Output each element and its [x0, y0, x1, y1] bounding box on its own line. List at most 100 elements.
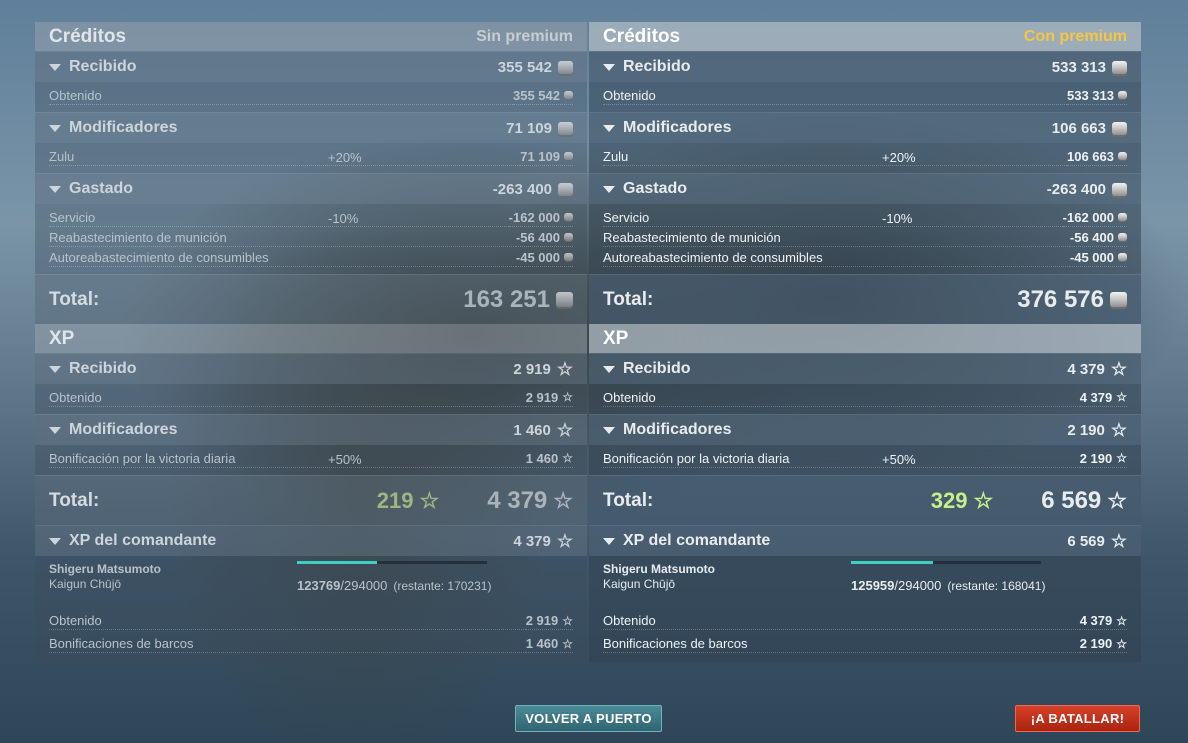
xp-header: XP	[35, 324, 587, 353]
commander-card: Shigeru Matsumoto Kaigun Chūjō 125959/294…	[589, 556, 1141, 610]
xp-modifiers-section[interactable]: Modificadores 1 460 ☆	[35, 414, 587, 445]
credits-icon	[564, 213, 573, 221]
collapse-triangle-icon	[603, 537, 615, 545]
list-item: Bonificaciones de barcos 2 190 ☆	[603, 636, 1127, 653]
list-item: Obtenido 4 379 ☆	[603, 389, 1127, 407]
star-icon: ☆	[1110, 531, 1127, 551]
credits-modifiers-section[interactable]: Modificadores 106 663	[589, 112, 1141, 143]
section-label: XP del comandante	[69, 532, 217, 549]
star-icon: ☆	[553, 487, 573, 513]
collapse-triangle-icon	[49, 537, 61, 545]
credits-modifiers-section[interactable]: Modificadores 71 109	[35, 112, 587, 143]
total-value: 163 251	[463, 285, 550, 313]
xp-total: Total: 219 ☆ 4 379 ☆	[35, 475, 587, 525]
xp-title: XP	[49, 327, 75, 349]
return-to-port-button[interactable]: VOLVER A PUERTO	[515, 705, 662, 732]
collapse-triangle-icon	[603, 365, 615, 373]
section-label: Recibido	[69, 58, 137, 75]
list-item: Bonificación por la victoria diaria +50%…	[49, 450, 573, 468]
section-value: -263 400	[1046, 180, 1106, 198]
credits-icon	[556, 292, 573, 307]
credits-icon	[1112, 182, 1127, 196]
list-item: Bonificación por la victoria diaria +50%…	[603, 450, 1127, 468]
credits-spent-section[interactable]: Gastado -263 400	[589, 173, 1141, 204]
total-value: 376 576	[1017, 285, 1104, 313]
section-label: Recibido	[623, 58, 691, 75]
star-icon: ☆	[556, 359, 573, 379]
list-item: Reabastecimiento de munición -56 400	[589, 228, 1141, 248]
credits-title: Créditos	[49, 25, 127, 47]
credits-header: Créditos Sin premium	[35, 22, 587, 51]
results-panel-no-premium: Créditos Sin premium Recibido 355 542 Ob…	[35, 22, 587, 662]
free-xp-value: 329	[930, 487, 968, 513]
xp-title: XP	[603, 327, 629, 349]
commander-rank: Kaigun Chūjō	[49, 577, 122, 591]
collapse-triangle-icon	[49, 63, 61, 71]
section-value: 6 569	[1067, 532, 1105, 550]
list-item: Bonificaciones de barcos 1 460 ☆	[49, 636, 573, 653]
list-item: Autoreabastecimiento de consumibles -45 …	[589, 248, 1141, 268]
star-icon: ☆	[556, 531, 573, 551]
xp-received-rows: Obtenido 4 379 ☆	[589, 384, 1141, 414]
credits-icon	[1118, 152, 1127, 160]
credits-icon	[558, 121, 573, 135]
credits-received-section[interactable]: Recibido 355 542	[35, 51, 587, 82]
commander-name: Shigeru Matsumoto	[603, 562, 716, 576]
xp-received-section[interactable]: Recibido 2 919 ☆	[35, 353, 587, 384]
premium-status-tag: Sin premium	[476, 27, 573, 45]
credits-icon	[564, 91, 573, 99]
free-xp-star-icon: ☆	[419, 487, 440, 513]
section-label: Gastado	[69, 180, 134, 197]
commander-progress-text: 125959/294000 (restante: 168041)	[851, 578, 1046, 593]
xp-modifier-rows: Bonificación por la victoria diaria +50%…	[589, 445, 1141, 475]
xp-received-section[interactable]: Recibido 4 379 ☆	[589, 353, 1141, 384]
list-item: Zulu +20% 71 109	[35, 147, 587, 167]
commander-name: Shigeru Matsumoto	[49, 562, 162, 576]
section-label: Recibido	[69, 360, 137, 377]
collapse-triangle-icon	[49, 124, 61, 132]
xp-received-rows: Obtenido 2 919 ☆	[35, 384, 587, 414]
xp-modifiers-section[interactable]: Modificadores 2 190 ☆	[589, 414, 1141, 445]
credits-icon	[1118, 253, 1127, 261]
list-item: Autoreabastecimiento de consumibles -45 …	[35, 248, 587, 268]
total-label: Total:	[603, 489, 654, 511]
battle-button[interactable]: ¡A BATALLAR!	[1015, 705, 1140, 732]
star-icon: ☆	[1116, 451, 1127, 465]
list-item: Obtenido 2 919 ☆	[49, 389, 573, 407]
total-value: 4 379	[487, 486, 548, 514]
collapse-triangle-icon	[603, 63, 615, 71]
credits-header: Créditos Con premium	[589, 22, 1141, 51]
credits-icon	[1112, 60, 1127, 74]
section-value: 2 919	[513, 360, 551, 378]
section-value: 71 109	[506, 119, 552, 137]
commander-progress-bar	[851, 561, 1041, 564]
collapse-triangle-icon	[603, 124, 615, 132]
star-icon: ☆	[562, 636, 573, 651]
list-item: Obtenido 355 542	[35, 86, 587, 106]
credits-modifier-rows: Zulu +20% 71 109	[35, 143, 587, 173]
commander-xp-section[interactable]: XP del comandante 6 569 ☆	[589, 525, 1141, 556]
collapse-triangle-icon	[49, 365, 61, 373]
credits-received-rows: Obtenido 533 313	[589, 82, 1141, 112]
credits-icon	[1112, 121, 1127, 135]
collapse-triangle-icon	[603, 426, 615, 434]
credits-spent-section[interactable]: Gastado -263 400	[35, 173, 587, 204]
credits-icon	[1118, 213, 1127, 221]
star-icon: ☆	[556, 420, 573, 440]
collapse-triangle-icon	[603, 185, 615, 193]
credits-title: Créditos	[603, 25, 681, 47]
commander-xp-section[interactable]: XP del comandante 4 379 ☆	[35, 525, 587, 556]
total-label: Total:	[49, 489, 100, 511]
total-label: Total:	[603, 288, 654, 310]
credits-icon	[564, 233, 573, 241]
section-value: 2 190	[1067, 421, 1105, 439]
star-icon: ☆	[562, 390, 573, 404]
results-panel-premium: Créditos Con premium Recibido 533 313 Ob…	[589, 22, 1141, 662]
star-icon: ☆	[1107, 487, 1127, 513]
credits-icon	[1110, 292, 1127, 307]
credits-received-section[interactable]: Recibido 533 313	[589, 51, 1141, 82]
section-label: XP del comandante	[623, 532, 771, 549]
collapse-triangle-icon	[49, 426, 61, 434]
star-icon: ☆	[1116, 636, 1127, 651]
xp-total: Total: 329 ☆ 6 569 ☆	[589, 475, 1141, 525]
